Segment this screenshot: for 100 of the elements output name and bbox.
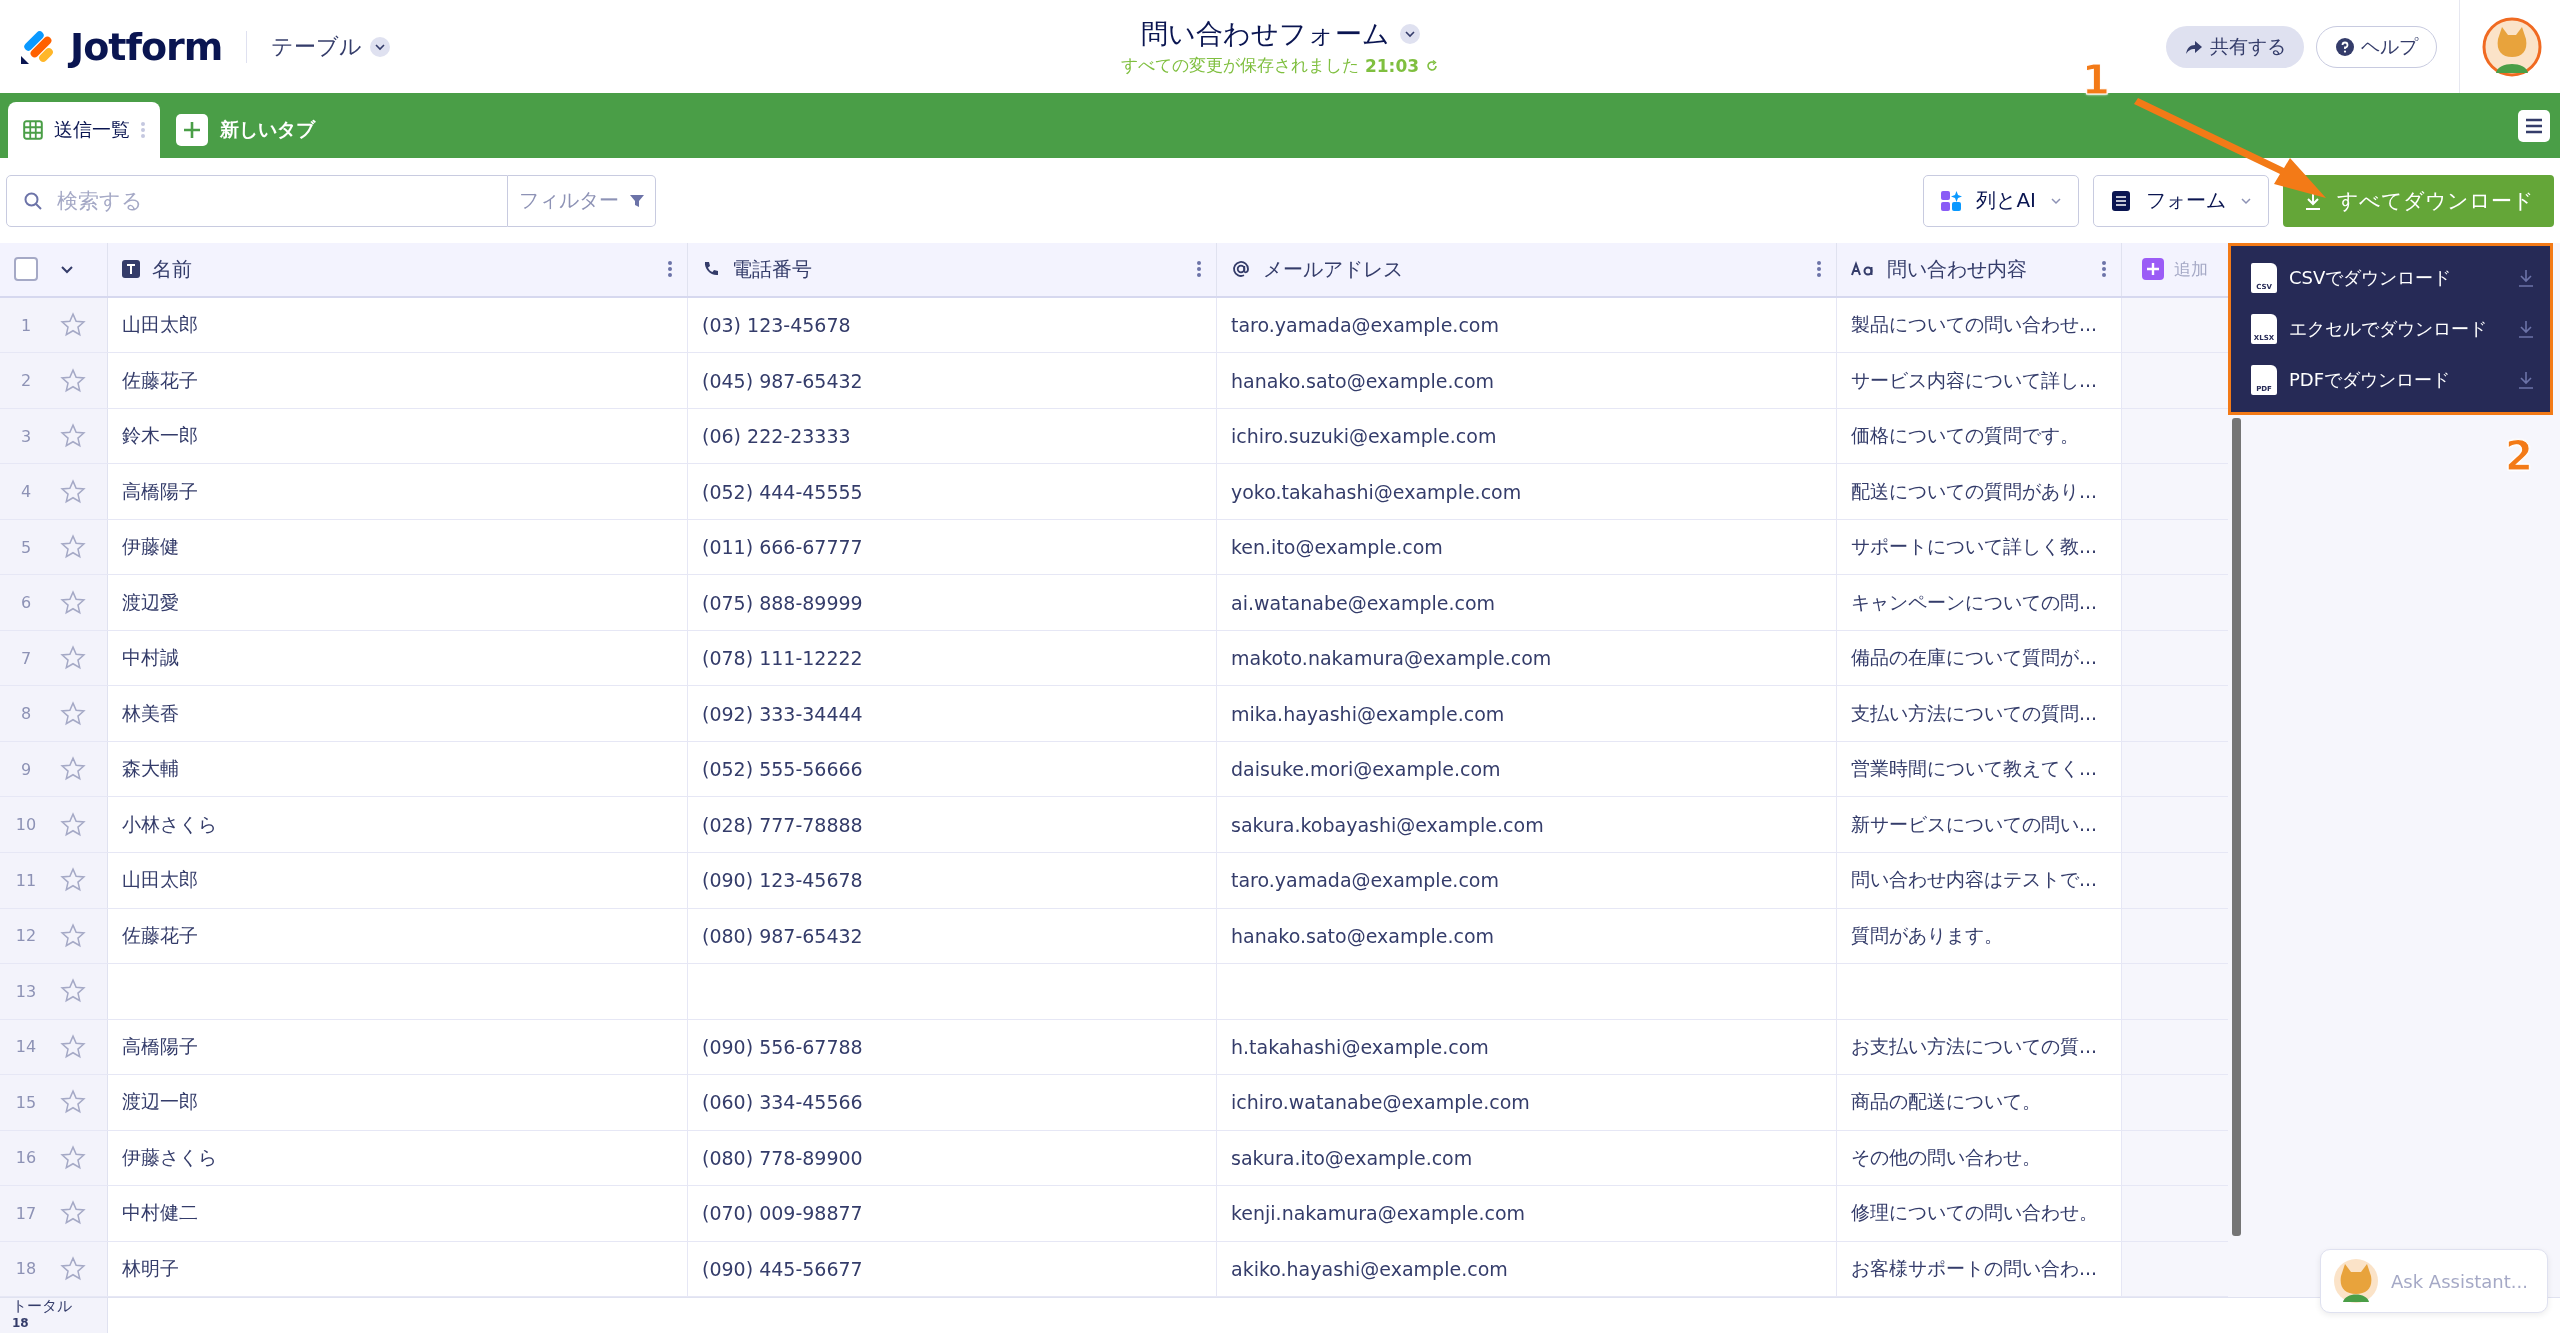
- row-number: 13: [14, 981, 38, 1001]
- table-cell: taro.yamada@example.com: [1231, 314, 1499, 337]
- table-cell: daisuke.mori@example.com: [1231, 758, 1501, 781]
- table-cell: (052) 555-56666: [702, 758, 863, 781]
- table-cell-text: サービス内容について詳し...: [1851, 367, 2098, 393]
- row-number: 16: [14, 1148, 38, 1168]
- star-icon[interactable]: [60, 811, 86, 838]
- table-cell-text: 中村誠: [122, 645, 179, 671]
- more-icon[interactable]: [1816, 259, 1822, 280]
- row-number: 4: [19, 482, 33, 502]
- more-icon[interactable]: [140, 120, 146, 140]
- star-icon[interactable]: [60, 645, 86, 672]
- table-cell-text: 山田太郎: [122, 312, 198, 338]
- document-icon: [2110, 189, 2132, 212]
- scrollbar[interactable]: [2232, 418, 2241, 1236]
- download-icon: [2516, 268, 2536, 288]
- chevron-down-icon: [1399, 24, 1420, 44]
- form-button[interactable]: フォーム: [2093, 174, 2269, 227]
- star-icon[interactable]: [60, 978, 86, 1005]
- row-number: 14: [14, 1037, 38, 1057]
- star-icon[interactable]: [60, 478, 86, 505]
- table-cell-text: お客様サポートの問い合わ...: [1851, 1255, 2098, 1281]
- star-icon[interactable]: [60, 312, 86, 339]
- table-cell: yoko.takahashi@example.com: [1231, 480, 1522, 503]
- menu-icon[interactable]: [2518, 109, 2550, 142]
- star-icon[interactable]: [60, 1089, 86, 1116]
- table-cell: (070) 009-98877: [702, 1202, 863, 1225]
- view-switcher[interactable]: テーブル: [271, 31, 391, 62]
- table-cell-text: 商品の配送について。: [1851, 1089, 2041, 1115]
- table-cell-text: 伊藤さくら: [122, 1144, 217, 1170]
- table-cell-text: 備品の在庫について質問が...: [1851, 645, 2098, 671]
- at-sign-icon: [1231, 259, 1251, 280]
- star-icon[interactable]: [60, 589, 86, 616]
- table-cell: (078) 111-12222: [702, 647, 863, 670]
- table-cell-text: 中村健二: [122, 1200, 198, 1226]
- row-number: 1: [19, 315, 33, 335]
- row-number: 12: [14, 926, 38, 946]
- table-cell-text: 伊藤健: [122, 534, 179, 560]
- table-cell-text: 価格についての質問です。: [1851, 423, 2079, 449]
- row-number: 15: [14, 1092, 38, 1112]
- star-icon[interactable]: [60, 534, 86, 561]
- row-number: 2: [19, 371, 33, 391]
- search-box[interactable]: 検索する: [6, 174, 508, 227]
- tab[interactable]: 送信一覧: [8, 102, 160, 158]
- star-icon[interactable]: [60, 756, 86, 783]
- logo-text: Jotform: [70, 24, 223, 69]
- table-cell: sakura.ito@example.com: [1231, 1146, 1473, 1169]
- table-cell: (080) 987-65432: [702, 924, 863, 947]
- star-icon[interactable]: [60, 423, 86, 450]
- text-type-icon: [122, 260, 140, 279]
- help-button[interactable]: ヘルプ: [2316, 25, 2437, 68]
- table-cell-text: その他の問い合わせ。: [1851, 1144, 2041, 1170]
- table-cell: (090) 123-45678: [702, 869, 863, 892]
- form-title[interactable]: 問い合わせフォーム: [1140, 16, 1420, 52]
- table-cell-text: 渡辺一郎: [122, 1089, 198, 1115]
- table-cell-text: 支払い方法についての質問...: [1851, 700, 2098, 726]
- star-icon[interactable]: [60, 867, 86, 894]
- table-cell: makoto.nakamura@example.com: [1231, 647, 1552, 670]
- row-number: 18: [14, 1259, 38, 1279]
- table-cell-text: 鈴木一郎: [122, 423, 198, 449]
- column-header[interactable]: 問い合わせ内容: [1837, 243, 2122, 296]
- star-icon[interactable]: [60, 1144, 86, 1171]
- table-cell-text: 質問があります。: [1851, 922, 2003, 948]
- plus-icon: [2142, 258, 2164, 281]
- star-icon[interactable]: [60, 1255, 86, 1282]
- star-icon[interactable]: [60, 1033, 86, 1060]
- star-icon[interactable]: [60, 1200, 86, 1227]
- download-icon: [2516, 319, 2536, 339]
- column-header[interactable]: メールアドレス: [1217, 243, 1837, 296]
- column-header[interactable]: 名前: [108, 243, 688, 296]
- font-icon: [1851, 261, 1875, 278]
- annotation-number: 2: [2505, 433, 2533, 479]
- star-icon[interactable]: [60, 700, 86, 727]
- download-icon: [2516, 370, 2536, 390]
- table-cell-text: 営業時間について教えてく...: [1851, 756, 2098, 782]
- more-icon[interactable]: [1196, 259, 1202, 280]
- table-cell-text: 林明子: [122, 1255, 179, 1281]
- table-cell: (090) 556-67788: [702, 1035, 863, 1058]
- more-icon[interactable]: [667, 259, 673, 280]
- table-cell: (052) 444-45555: [702, 480, 863, 503]
- avatar-icon[interactable]: [2482, 16, 2542, 77]
- star-icon[interactable]: [60, 367, 86, 394]
- table-cell-text: 問い合わせ内容はテストで...: [1851, 867, 2098, 893]
- select-all-checkbox[interactable]: [14, 257, 38, 282]
- save-status: すべての変更が保存されました: [1120, 54, 1359, 77]
- star-icon[interactable]: [60, 922, 86, 949]
- columns-ai-button[interactable]: 列とAI: [1923, 174, 2079, 227]
- more-icon[interactable]: [2101, 259, 2107, 280]
- table-cell-text: 製品についての問い合わせ...: [1851, 312, 2098, 338]
- table-cell: hanako.sato@example.com: [1231, 369, 1495, 392]
- table-cell: ken.ito@example.com: [1231, 536, 1443, 559]
- search-field[interactable]: 検索する: [55, 187, 491, 214]
- total-count: 18: [12, 1315, 30, 1332]
- table-cell: taro.yamada@example.com: [1231, 869, 1499, 892]
- column-header[interactable]: 電話番号: [688, 243, 1217, 296]
- share-button[interactable]: 共有する: [2166, 25, 2304, 68]
- table-cell-text: キャンペーンについての問...: [1851, 589, 2098, 615]
- table-cell: akiko.hayashi@example.com: [1231, 1257, 1508, 1280]
- table-cell-text: 山田太郎: [122, 867, 198, 893]
- table-cell: sakura.kobayashi@example.com: [1231, 813, 1544, 836]
